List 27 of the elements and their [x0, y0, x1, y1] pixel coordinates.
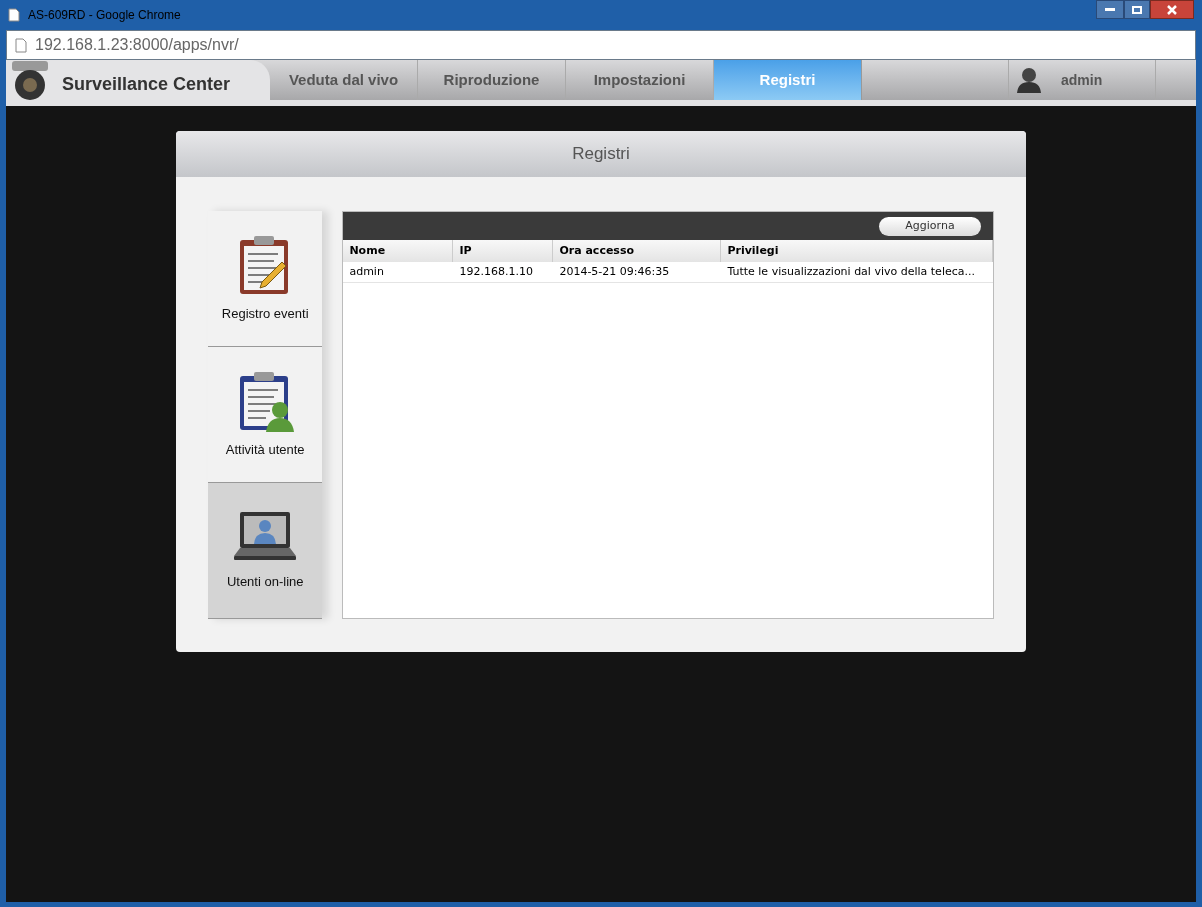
- close-icon: [1166, 4, 1178, 15]
- minimize-button[interactable]: [1096, 0, 1124, 19]
- user-icon: [1017, 67, 1041, 93]
- sidebar-item[interactable]: Attività utente: [208, 347, 323, 483]
- nav-tab[interactable]: Riproduzione: [418, 60, 566, 100]
- table-cell-text: 2014-5-21 09:46:35: [558, 263, 671, 280]
- column-header[interactable]: Privilegi: [721, 240, 993, 262]
- page-icon: [15, 37, 27, 53]
- table-cell-text: 192.168.1.10: [458, 263, 534, 280]
- page-icon: [8, 8, 20, 22]
- column-header[interactable]: IP: [453, 240, 554, 262]
- maximize-button[interactable]: [1124, 0, 1150, 19]
- refresh-button[interactable]: Aggiorna: [879, 216, 981, 236]
- app-title: Surveillance Center: [62, 72, 231, 96]
- table-cell-text: admin: [348, 263, 385, 280]
- table-cell-text: Tutte le visualizzazioni dal vivo della teleca...: [726, 263, 976, 280]
- column-header[interactable]: Nome: [343, 240, 454, 262]
- camera-icon: [10, 59, 50, 101]
- nav-tab[interactable]: Veduta dal vivo: [270, 60, 418, 100]
- sidebar-item[interactable]: Registro eventi: [208, 211, 323, 347]
- close-button[interactable]: [1150, 0, 1194, 19]
- column-header[interactable]: Ora accesso: [553, 240, 722, 262]
- sidebar-item[interactable]: Utenti on-line: [208, 483, 323, 619]
- user-menu[interactable]: admin: [1008, 60, 1156, 100]
- window-title: AS-609RD - Google Chrome: [28, 7, 181, 24]
- address-bar[interactable]: 192.168.1.23:8000/apps/nvr/: [6, 30, 1196, 60]
- panel-title: Registri: [572, 143, 630, 166]
